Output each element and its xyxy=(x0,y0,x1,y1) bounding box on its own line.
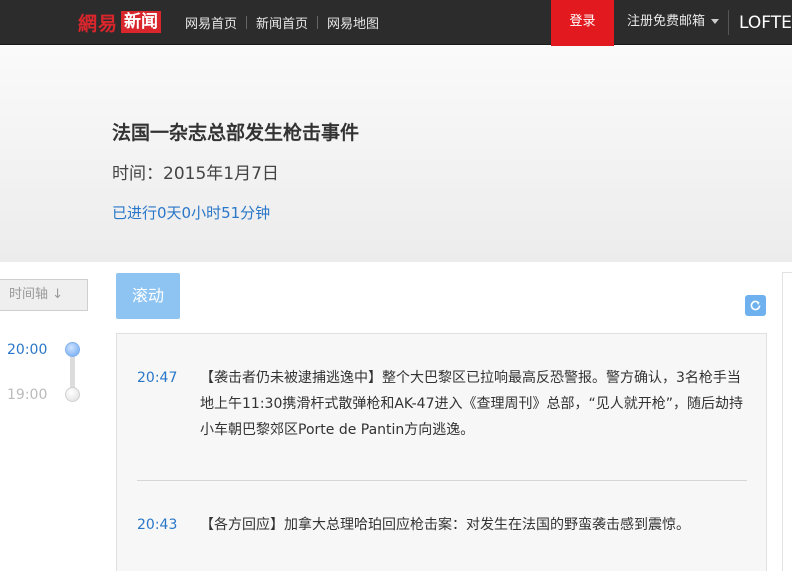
nav-separator xyxy=(317,16,319,29)
login-button[interactable]: 登录 xyxy=(551,0,614,48)
register-mail-label: 注册免费邮箱 xyxy=(627,14,706,29)
nav-news-home[interactable]: 新闻首页 xyxy=(256,13,308,32)
timeline-hour[interactable]: 19:00 xyxy=(7,387,47,403)
lofter-link[interactable]: LOFTER xyxy=(739,0,792,45)
feed-entry-time: 20:47 xyxy=(137,370,178,386)
timeline-hour-active[interactable]: 20:00 xyxy=(7,342,47,358)
netease-news-logo[interactable]: 網易 新闻 xyxy=(78,10,162,35)
register-mail-dropdown[interactable]: 注册免费邮箱 xyxy=(627,0,720,45)
event-time: 时间：2015年1月7日 xyxy=(112,164,279,184)
nav-separator xyxy=(246,16,248,29)
top-bar: 網易 新闻 网易首页 新闻首页 网易地图 登录 注册免费邮箱 LOFTER xyxy=(0,0,792,48)
event-title: 法国一杂志总部发生枪击事件 xyxy=(112,122,360,144)
feed-entry-text: 【各方回应】加拿大总理哈珀回应枪击案：对发生在法国的野蛮袭击感到震惊。 xyxy=(200,517,690,533)
timeline-node[interactable] xyxy=(65,387,80,402)
feed-entry-text: 【袭击者仍未被逮捕逃逸中】整个大巴黎区已拉响最高反恐警报。警方确认，3名枪手当地… xyxy=(200,370,744,438)
refresh-icon[interactable] xyxy=(745,295,766,316)
elapsed-duration: 已进行0天0小时51分钟 xyxy=(112,204,271,222)
feed-entry-time: 20:43 xyxy=(137,517,178,533)
nav-netease-home[interactable]: 网易首页 xyxy=(185,13,237,32)
chevron-down-icon xyxy=(711,19,720,24)
divider xyxy=(728,10,729,35)
nav-netease-map[interactable]: 网易地图 xyxy=(327,13,379,32)
scroll-mode-button[interactable]: 滚动 xyxy=(116,273,180,319)
feed-divider xyxy=(137,480,747,481)
refresh-icon-glyph xyxy=(750,300,761,311)
logo-netease-text: 網易 xyxy=(78,12,119,35)
live-feed: 20:47 【袭击者仍未被逮捕逃逸中】整个大巴黎区已拉响最高反恐警报。警方确认，… xyxy=(116,333,767,571)
timeline-node-active[interactable] xyxy=(65,342,80,357)
top-nav: 网易首页 新闻首页 网易地图 xyxy=(185,0,379,45)
timeline-toggle-button[interactable]: 时间轴 ↓ xyxy=(0,279,88,311)
right-sidebar-edge xyxy=(782,272,792,571)
event-header-band xyxy=(0,46,792,262)
logo-news-text: 新闻 xyxy=(121,11,162,33)
